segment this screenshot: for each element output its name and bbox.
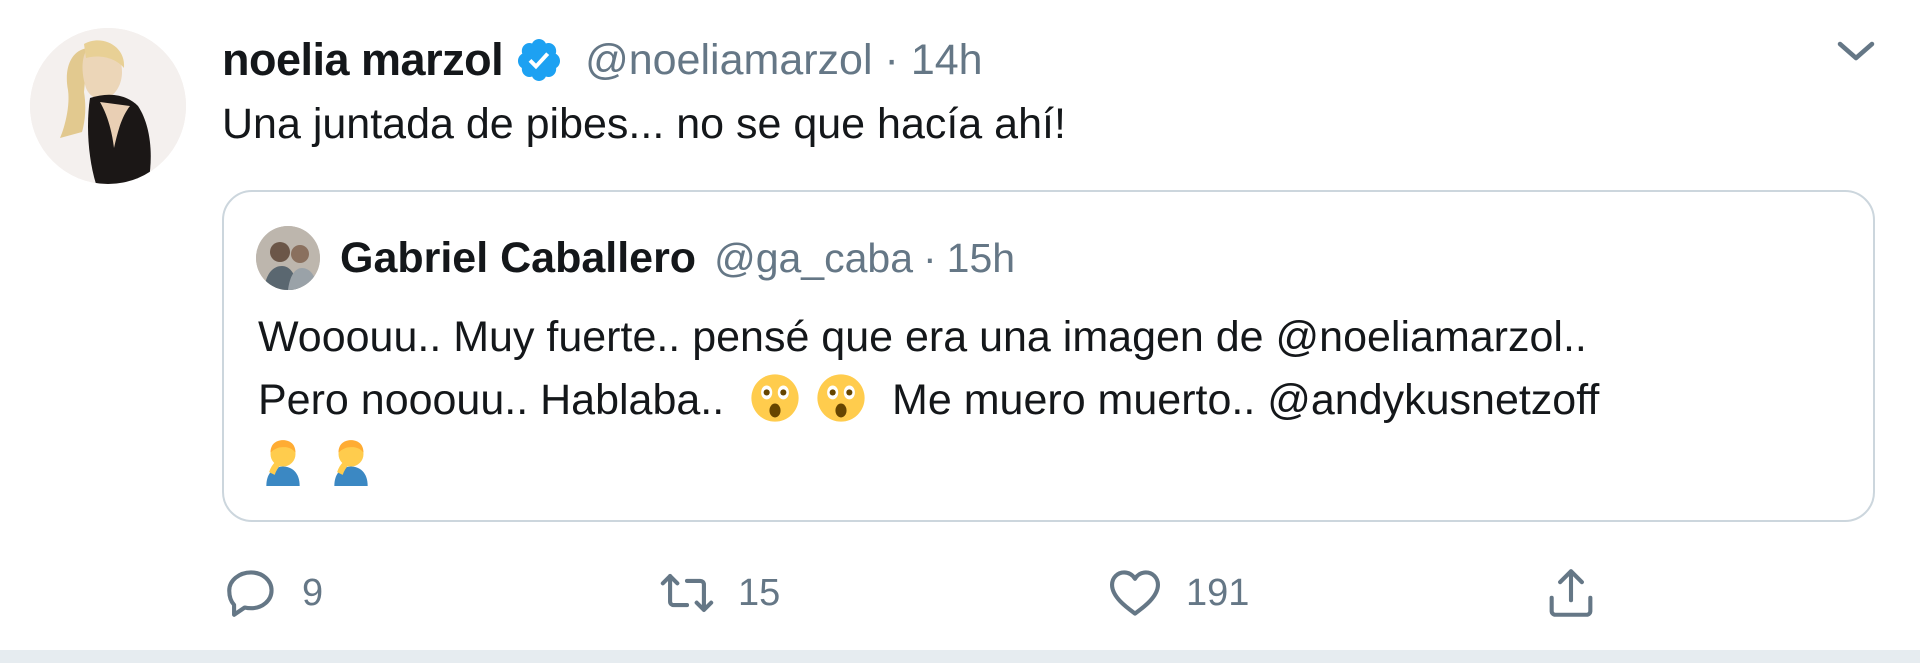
tweet[interactable]: noelia marzol @noeliamarzol · 14h Una ju… bbox=[0, 0, 1920, 663]
like-button[interactable]: 191 bbox=[1106, 560, 1249, 626]
retweet-icon bbox=[660, 574, 714, 612]
quoted-text-line: Pero nooouu.. Hablaba.. Me muero muerto.… bbox=[258, 369, 1599, 432]
heart-icon bbox=[1109, 570, 1161, 616]
author-avatar[interactable] bbox=[30, 28, 186, 184]
quoted-text-line bbox=[258, 432, 1599, 495]
quoted-author-name[interactable]: Gabriel Caballero bbox=[340, 234, 696, 283]
like-count: 191 bbox=[1186, 571, 1250, 614]
astonished-face-emoji-icon bbox=[817, 374, 865, 422]
share-icon bbox=[1549, 569, 1593, 617]
quoted-tweet-text: Wooouu.. Muy fuerte.. pensé que era una … bbox=[258, 306, 1599, 495]
retweet-count: 15 bbox=[738, 571, 781, 614]
retweet-button[interactable]: 15 bbox=[658, 560, 780, 626]
tweet-time[interactable]: 14h bbox=[911, 36, 983, 85]
quoted-text-segment: Me muero muerto.. @andykusnetzoff bbox=[892, 376, 1600, 424]
share-button[interactable] bbox=[1542, 560, 1600, 626]
quoted-tweet-time[interactable]: 15h bbox=[947, 235, 1015, 282]
separator-dot: · bbox=[923, 234, 937, 281]
astonished-face-emoji-icon bbox=[751, 374, 799, 422]
chevron-down-icon[interactable] bbox=[1826, 28, 1886, 76]
man-facepalming-emoji-icon bbox=[266, 440, 300, 486]
quoted-author-handle[interactable]: @ga_caba bbox=[714, 235, 913, 282]
tweet-header: noelia marzol @noeliamarzol · 14h bbox=[222, 30, 983, 90]
man-facepalming-emoji-icon bbox=[334, 440, 368, 486]
reply-count: 9 bbox=[302, 571, 324, 614]
tweet-divider bbox=[0, 650, 1920, 663]
quoted-text-line: Wooouu.. Muy fuerte.. pensé que era una … bbox=[258, 313, 1587, 361]
reply-button[interactable]: 9 bbox=[222, 560, 323, 626]
quoted-text-segment: Pero nooouu.. Hablaba.. bbox=[258, 376, 725, 424]
quoted-author-avatar[interactable] bbox=[256, 226, 320, 290]
author-name[interactable]: noelia marzol bbox=[222, 34, 504, 86]
reply-icon bbox=[227, 570, 274, 617]
quoted-tweet[interactable]: Gabriel Caballero @ga_caba · 15h Wooouu.… bbox=[222, 190, 1875, 522]
tweet-text: Una juntada de pibes... no se que hacía … bbox=[222, 100, 1066, 148]
verified-badge-icon bbox=[518, 39, 561, 81]
author-handle[interactable]: @noeliamarzol bbox=[585, 36, 872, 85]
quoted-tweet-header: Gabriel Caballero @ga_caba · 15h bbox=[340, 228, 1015, 288]
separator-dot: · bbox=[884, 35, 899, 84]
